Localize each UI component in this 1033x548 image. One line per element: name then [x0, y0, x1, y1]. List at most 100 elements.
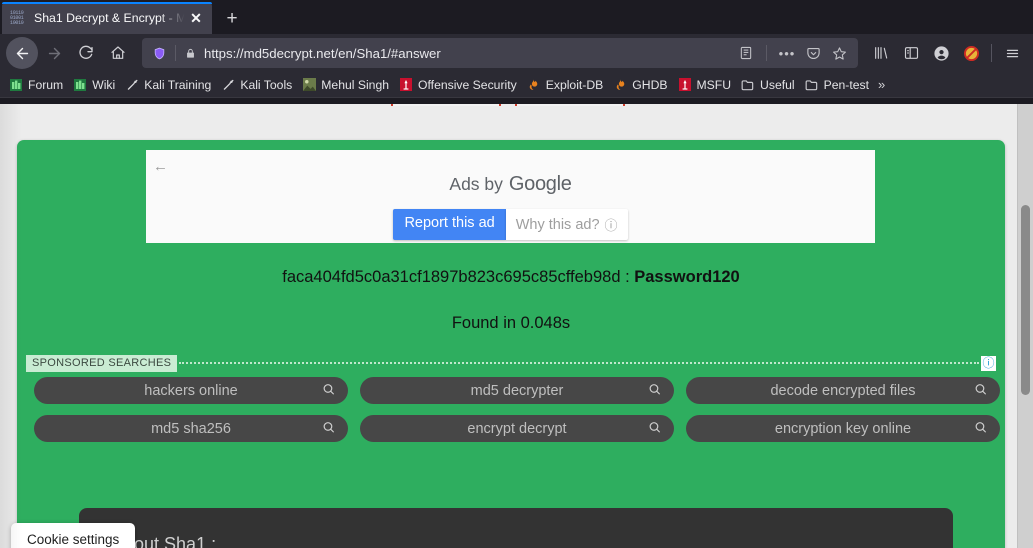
cut-off-button[interactable] [515, 104, 625, 106]
lock-icon [183, 47, 197, 60]
navigation-toolbar: https://md5decrypt.net/en/Sha1/#answer •… [0, 34, 1033, 72]
bookmark-label: GHDB [632, 77, 668, 92]
folder-icon [805, 78, 819, 92]
chart-bars-icon [9, 78, 23, 92]
home-icon[interactable] [102, 37, 134, 69]
result-card: ← Ads by Google Report this ad Why this … [17, 140, 1005, 548]
sponsored-search-label: md5 decrypter [470, 382, 564, 399]
bookmark-offensive-security[interactable]: Offensive Security [394, 74, 522, 96]
new-tab-button[interactable]: + [216, 4, 248, 34]
ads-by-google-label: Ads by Google [449, 173, 572, 196]
page-scrollbar[interactable] [1017, 104, 1033, 548]
sponsored-search-pill[interactable]: encrypt decrypt [360, 415, 674, 442]
bookmark-label: Mehul Singh [321, 77, 390, 92]
photo-icon [302, 78, 316, 92]
page-viewport: ← Ads by Google Report this ad Why this … [0, 104, 1033, 548]
bookmark-label: Kali Training [144, 77, 212, 92]
sponsored-search-pill[interactable]: encryption key online [686, 415, 1000, 442]
shield-icon[interactable] [150, 46, 168, 61]
sponsored-search-pill[interactable]: decode encrypted files [686, 377, 1000, 404]
ad-back-arrow-icon[interactable]: ← [153, 159, 168, 174]
account-icon[interactable] [926, 38, 956, 68]
reader-view-icon[interactable] [733, 40, 759, 66]
google-wordmark: Google [508, 173, 572, 195]
close-icon[interactable]: ✕ [186, 8, 206, 28]
bookmark-exploit-db[interactable]: Exploit-DB [522, 74, 609, 96]
urlbar-divider [175, 45, 176, 61]
bookmark-wiki[interactable]: Wiki [68, 74, 120, 96]
bookmark-kali-tools[interactable]: Kali Tools [216, 74, 297, 96]
wrench-icon [221, 78, 235, 92]
bookmark-label: MSFU [696, 77, 732, 92]
dotted-divider [179, 362, 979, 364]
reload-icon[interactable] [70, 37, 102, 69]
search-icon [974, 420, 987, 437]
cookie-settings-button[interactable]: Cookie settings [11, 523, 136, 548]
bookmark-mehul-singh[interactable]: Mehul Singh [297, 74, 394, 96]
sponsored-header: SPONSORED SEARCHES ⓘ [26, 354, 996, 372]
chart-bars-icon [73, 78, 87, 92]
back-icon[interactable] [6, 37, 38, 69]
scrollbar-thumb[interactable] [1021, 205, 1030, 395]
toolbar-icon-group [864, 38, 1027, 68]
library-icon[interactable] [866, 38, 896, 68]
hash-value: faca404fd5c0a31cf1897b823c695c85cffeb98d… [282, 268, 635, 286]
search-icon [322, 382, 335, 399]
folder-icon [741, 78, 755, 92]
binary-favicon: 10110 01001 10010 [10, 10, 24, 26]
sponsored-search-pill[interactable]: md5 decrypter [360, 377, 674, 404]
bookmark-label: Offensive Security [418, 77, 517, 92]
cut-off-button[interactable] [391, 104, 501, 106]
bookmark-label: Useful [760, 77, 795, 92]
flame-icon [613, 78, 627, 92]
sponsored-search-pill[interactable]: md5 sha256 [34, 415, 348, 442]
bookmark-label: Wiki [92, 77, 116, 92]
bookmark-msfu[interactable]: MSFU [673, 74, 737, 96]
ad-buttons-row: Report this ad Why this ad? ⓘ [393, 209, 628, 240]
dragon-icon [399, 78, 413, 92]
more-actions-icon[interactable]: ••• [774, 40, 800, 66]
star-icon[interactable] [826, 40, 852, 66]
sponsored-search-pill[interactable]: hackers online [34, 377, 348, 404]
report-this-ad-button[interactable]: Report this ad [393, 209, 506, 240]
sponsored-pill-grid: hackers online md5 decrypter decode encr… [34, 377, 1000, 442]
bookmark-ghdb[interactable]: GHDB [608, 74, 672, 96]
info-icon: ⓘ [604, 218, 618, 233]
menu-icon[interactable] [997, 38, 1027, 68]
pocket-icon[interactable] [800, 40, 826, 66]
adblock-icon[interactable] [956, 38, 986, 68]
urlbar-divider-2 [766, 45, 767, 61]
browser-window: 10110 01001 10010 Sha1 Decrypt & Encrypt -… [0, 0, 1033, 548]
url-bar[interactable]: https://md5decrypt.net/en/Sha1/#answer •… [142, 38, 858, 68]
bookmark-label: Exploit-DB [545, 77, 604, 92]
bookmark-useful[interactable]: Useful [736, 74, 800, 96]
decrypted-password: Password120 [634, 268, 740, 286]
offscreen-buttons-row [0, 104, 1016, 106]
forward-icon[interactable] [38, 37, 70, 69]
search-icon [648, 382, 661, 399]
bookmark-label: Forum [28, 77, 64, 92]
bookmark-kali-training[interactable]: Kali Training [120, 74, 216, 96]
bookmark-label: Kali Tools [240, 77, 293, 92]
found-time-text: Found in 0.048s [451, 314, 571, 332]
browser-tab[interactable]: 10110 01001 10010 Sha1 Decrypt & Encrypt -… [2, 2, 212, 34]
sponsored-search-label: encrypt decrypt [467, 420, 567, 437]
info-icon[interactable]: ⓘ [981, 355, 996, 371]
tab-title: Sha1 Decrypt & Encrypt - M [34, 11, 186, 25]
wrench-icon [125, 78, 139, 92]
search-icon [974, 382, 987, 399]
sponsored-searches-label: SPONSORED SEARCHES [26, 354, 178, 372]
hash-result-line: faca404fd5c0a31cf1897b823c695c85cffeb98d… [17, 268, 1005, 287]
toolbar-divider [991, 44, 992, 62]
bookmarks-overflow-chevron[interactable]: » [874, 74, 889, 96]
ads-by-text: Ads by [449, 174, 503, 194]
google-ad-box: ← Ads by Google Report this ad Why this … [146, 150, 875, 243]
sidebar-icon[interactable] [896, 38, 926, 68]
bookmark-pen-test[interactable]: Pen-test [800, 74, 874, 96]
search-icon [648, 420, 661, 437]
sponsored-search-label: md5 sha256 [151, 420, 231, 437]
dragon-icon [678, 78, 692, 92]
url-text[interactable]: https://md5decrypt.net/en/Sha1/#answer [204, 46, 733, 61]
why-this-ad-button[interactable]: Why this ad? ⓘ [505, 209, 628, 240]
bookmark-forum[interactable]: Forum [4, 74, 68, 96]
